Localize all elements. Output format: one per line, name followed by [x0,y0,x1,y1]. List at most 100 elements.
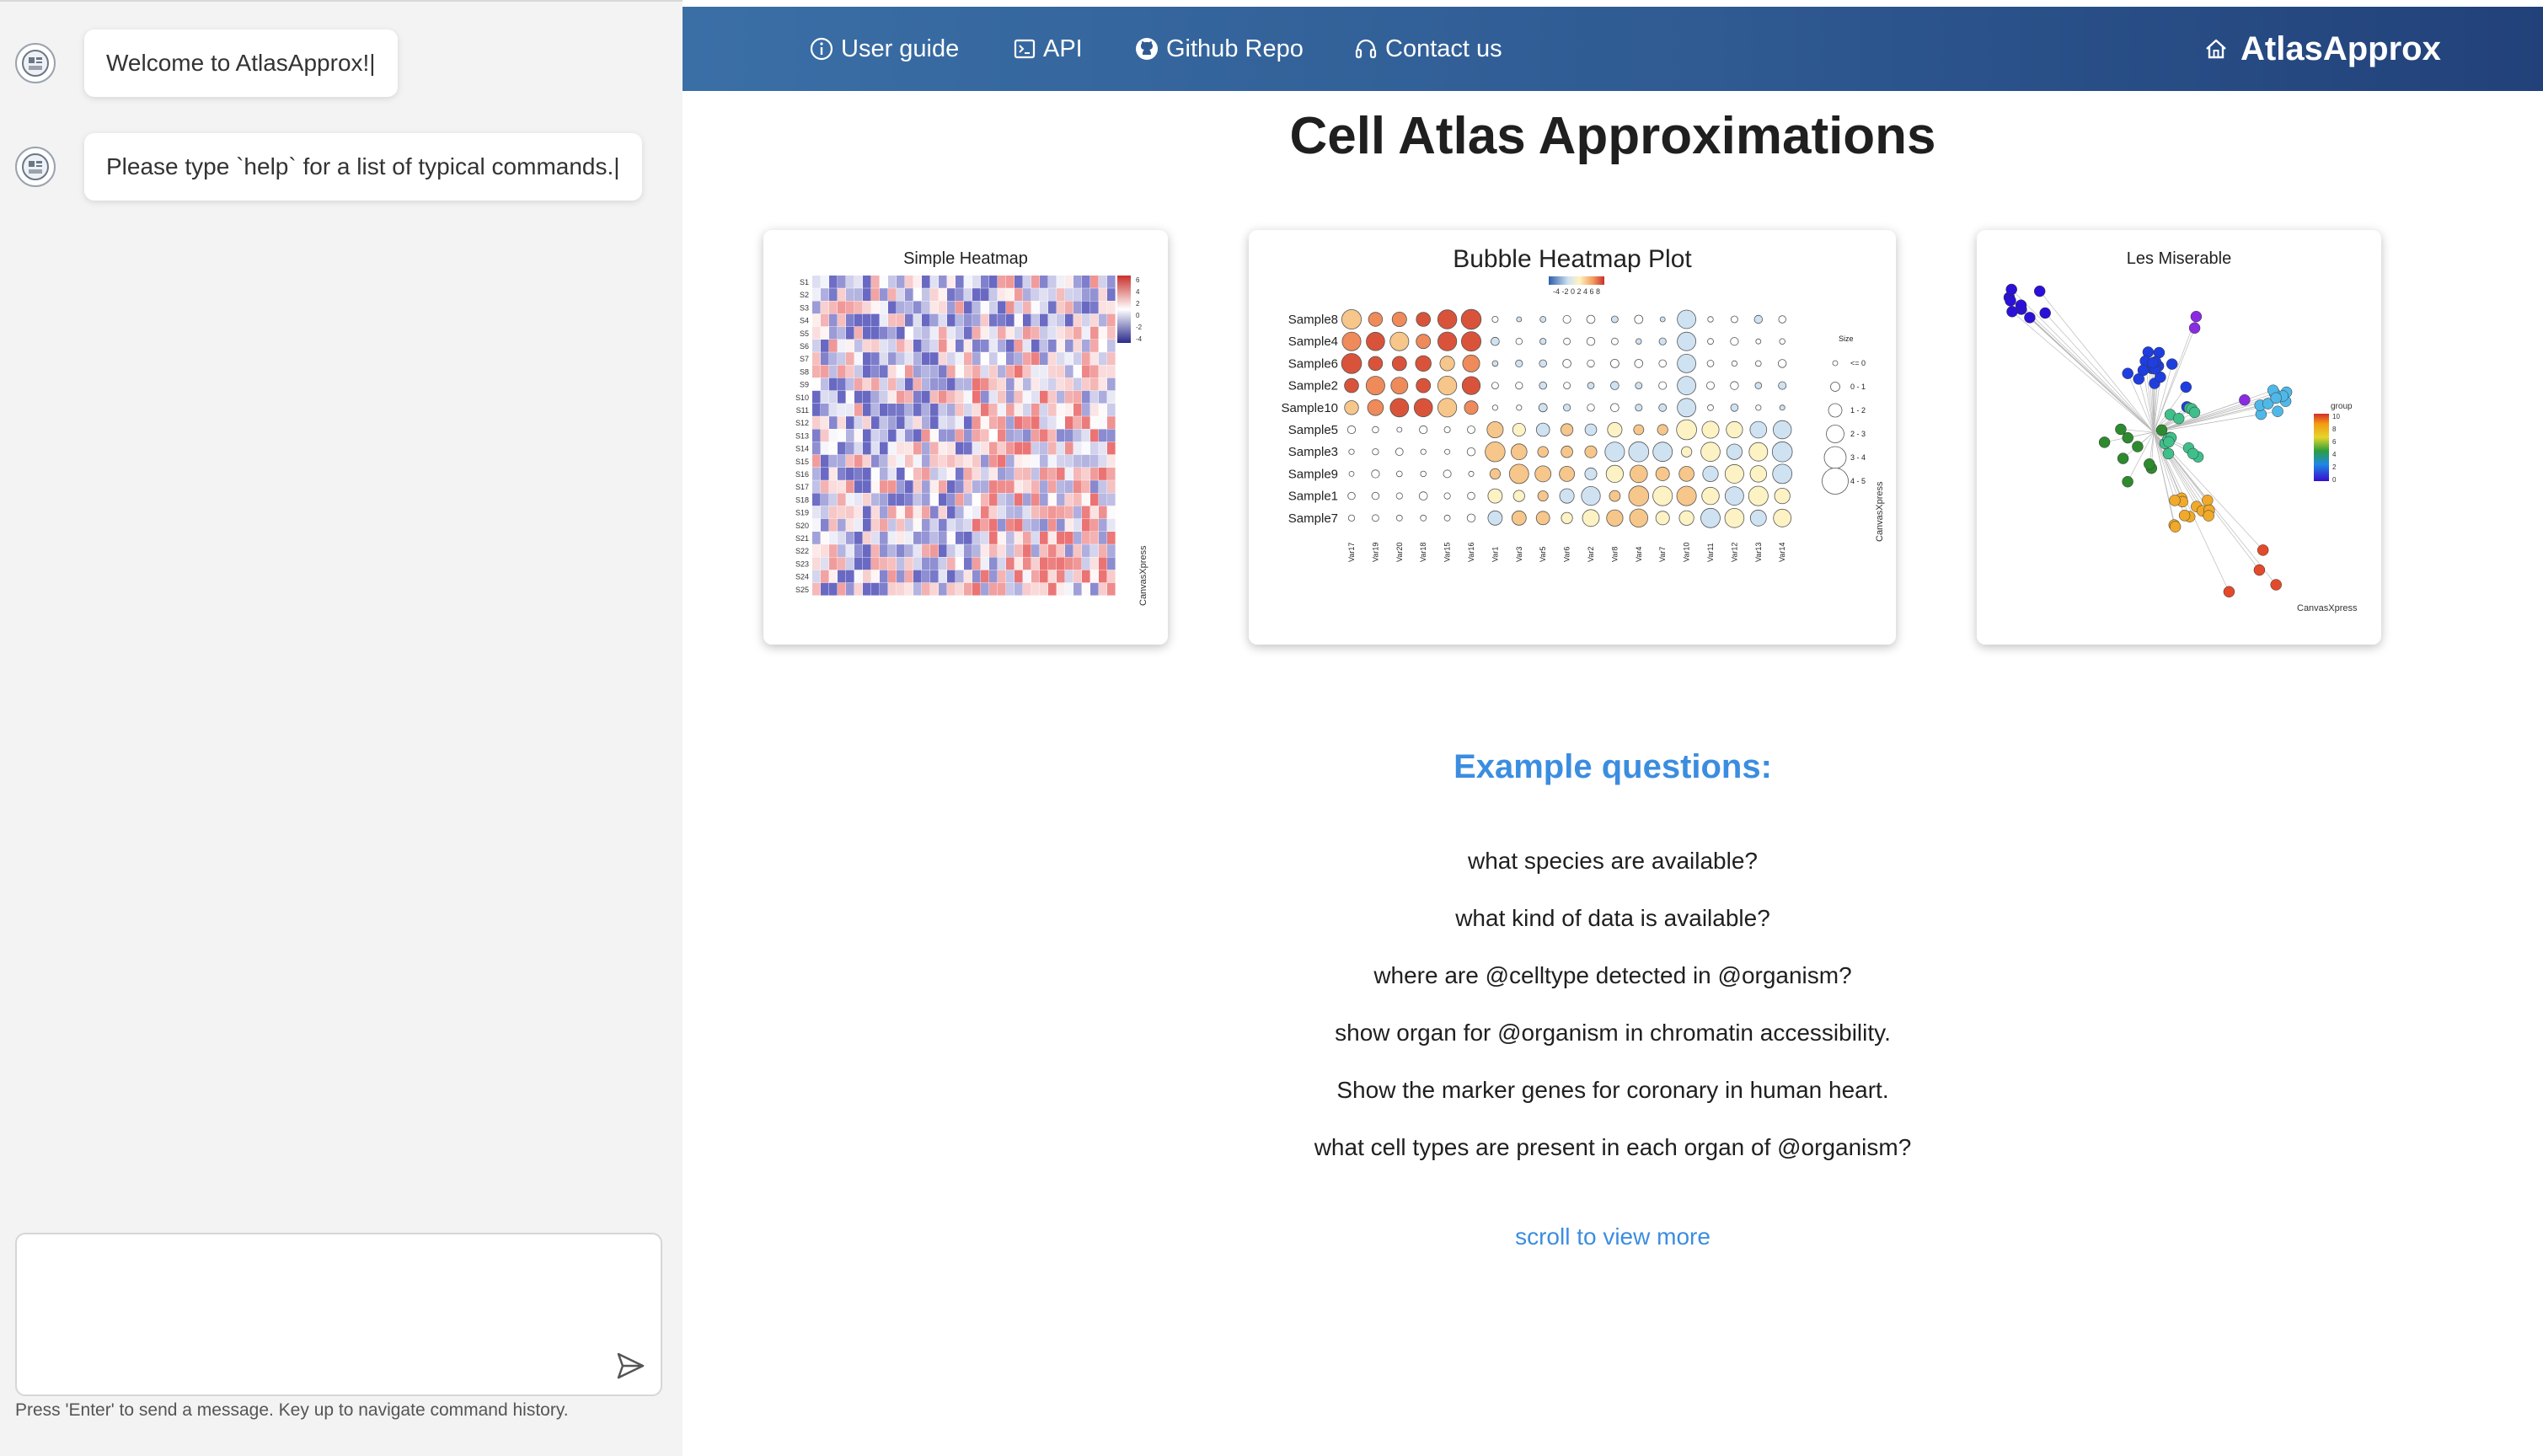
home-icon [2206,39,2226,59]
heatmap-cell [1065,429,1073,442]
heatmap-cell [1006,493,1015,506]
heatmap-thumbnail: Simple Heatmap S1 S2 S3 S4 S5 S6 S7 S8 S9 S10 S11 S… [795,249,1148,606]
nav-contact-us[interactable]: Contact us [1353,7,1502,91]
heatmap-cell [821,429,829,442]
heatmap-cell [812,276,821,288]
heatmap-cell [998,480,1006,493]
heatmap-cell [829,582,838,596]
heatmap-cell [1015,352,1023,365]
scroll-more-link[interactable]: scroll to view more [683,1223,2543,1250]
bubble-point [1420,470,1427,478]
bubble-point [1607,421,1623,437]
bubble-point [1461,376,1481,395]
heatmap-cell [1006,442,1015,455]
heatmap-cell [939,416,947,429]
heatmap-cell [1031,326,1040,340]
bubble-point [1534,465,1552,483]
heatmap-cell [947,301,956,314]
heatmap-cell [922,557,930,570]
heatmap-cell [972,416,981,429]
heatmap-cell [1031,468,1040,480]
bubble-point [1439,356,1455,372]
heatmap-cell [1048,454,1057,468]
heatmap-cell [871,557,880,570]
heatmap-cell [863,326,871,340]
example-question[interactable]: where are @celltype detected in @organis… [683,962,2543,989]
heatmap-cell [947,582,956,596]
heatmap-cell [947,390,956,404]
heatmap-cell [939,429,947,442]
network-edge [2010,289,2155,433]
heatmap-cell [821,532,829,544]
example-question[interactable]: what cell types are present in each orga… [683,1134,2543,1161]
heatmap-cell [829,570,838,583]
heatmap-cell [1031,416,1040,429]
bubble-point [1609,358,1619,368]
heatmap-cell [1065,276,1073,288]
heatmap-cell [930,404,939,416]
chat-input[interactable] [15,1233,662,1396]
heatmap-cell [1023,288,1031,301]
heatmap-cell [939,468,947,480]
heatmap-cell [854,429,863,442]
bubble-size-legend-label: 1 - 2 [1850,406,1866,415]
bubble-point [1467,491,1475,500]
heatmap-cell [947,557,956,570]
heatmap-cell [846,326,854,340]
heatmap-cell [821,518,829,532]
bubble-heatmap-card[interactable]: Bubble Heatmap Plot -4 -2 0 2 4 6 8 Samp… [1249,230,1896,645]
example-question[interactable]: show organ for @organism in chromatin ac… [683,1020,2543,1046]
heatmap-cell [846,301,854,314]
heatmap-cell [947,493,956,506]
bubble-size-legend-circle [1828,403,1843,418]
heatmap-cell [964,454,972,468]
heatmap-cell [989,480,998,493]
example-question[interactable]: Show the marker genes for coronary in hu… [683,1077,2543,1104]
heatmap-cell [871,313,880,327]
heatmap-cell [1015,582,1023,596]
heatmap-cell [981,276,989,288]
heatmap-cell [812,352,821,365]
heatmap-cell [1023,518,1031,532]
bubble-heatmap-thumbnail: Bubble Heatmap Plot -4 -2 0 2 4 6 8 Samp… [1281,245,1885,562]
heatmap-cell [981,313,989,327]
bubble-point [1559,465,1576,482]
bubble-col-label: Var18 [1419,543,1427,562]
bubble-size-legend-circle [1823,446,1847,469]
heatmap-cell [821,544,829,557]
heatmap-cell [989,506,998,519]
heatmap-cell [1048,313,1057,327]
heatmap-cell [1107,454,1116,468]
bubble-point [1395,492,1403,500]
heatmap-cell [1065,480,1073,493]
network-card[interactable]: Les Miserable group 10 8 6 4 2 0 CanvasXpress [1977,230,2381,645]
nav-user-guide[interactable]: User guide [809,7,959,91]
heatmap-cell [913,301,922,314]
example-question[interactable]: what species are available? [683,848,2543,875]
heatmap-card[interactable]: Simple Heatmap S1 S2 S3 S4 S5 S6 S7 S8 S9 S10 S11 S… [763,230,1168,645]
heatmap-cell [812,365,821,378]
network-node [2039,307,2051,319]
heatmap-cell [1006,340,1015,352]
heatmap-cell [1082,582,1090,596]
bubble-point [1443,469,1452,479]
nav-api[interactable]: API [1013,7,1083,91]
heatmap-cell [854,468,863,480]
send-icon[interactable] [613,1349,647,1383]
heatmap-cell [1099,377,1107,391]
heatmap-cell [930,429,939,442]
heatmap-cell [998,288,1006,301]
heatmap-cell [964,480,972,493]
heatmap-cell [871,365,880,378]
heatmap-cell [1065,506,1073,519]
heatmap-cell [930,301,939,314]
bubble-point [1468,470,1475,477]
example-question[interactable]: what kind of data is available? [683,905,2543,932]
heatmap-cell [1006,404,1015,416]
bubble-point [1706,381,1716,390]
heatmap-cell [956,313,964,327]
brand-link[interactable]: AtlasApprox [2203,7,2441,91]
heatmap-cell [1090,313,1099,327]
nav-github-repo[interactable]: Github Repo [1134,7,1304,91]
heatmap-cell [1023,404,1031,416]
